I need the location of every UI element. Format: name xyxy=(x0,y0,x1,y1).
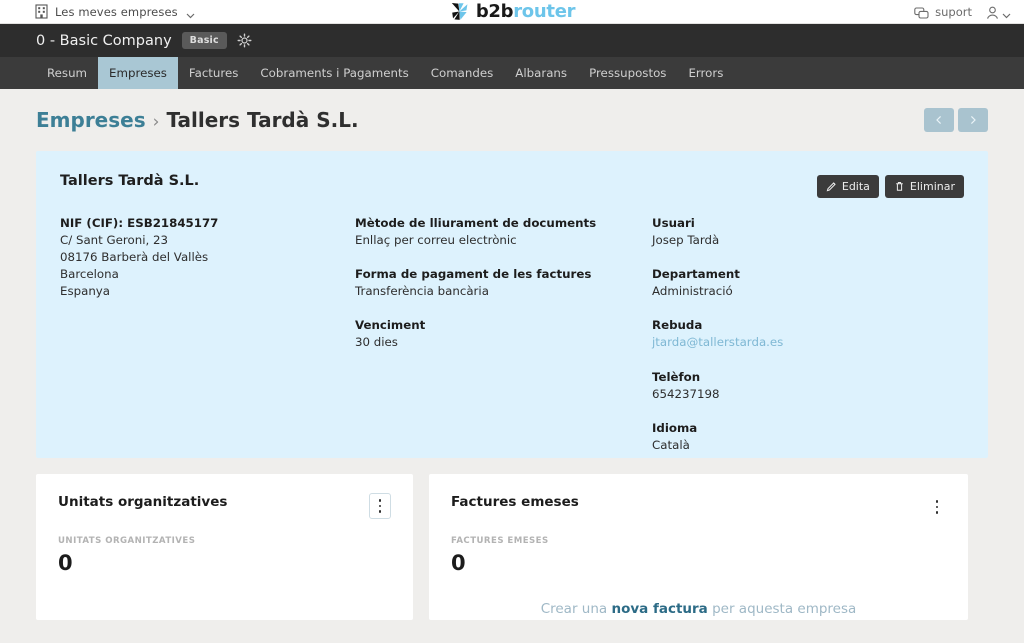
logo-text-router: router xyxy=(513,0,576,22)
edit-button[interactable]: Edita xyxy=(816,175,879,198)
field-value: Català xyxy=(652,437,690,452)
company-card-actions: Edita Eliminar xyxy=(816,175,964,198)
org-units-kebab-menu-icon[interactable] xyxy=(369,493,391,519)
field-value: Administració xyxy=(652,284,733,299)
page-title: Tallers Tardà S.L. xyxy=(166,108,359,132)
user-menu[interactable] xyxy=(986,5,1012,19)
field-label: Rebuda xyxy=(652,318,703,333)
field-department: Departament Administració xyxy=(652,266,952,300)
chevron-left-icon xyxy=(934,115,944,125)
company-context-bar: 0 - Basic Company Basic xyxy=(0,24,1024,57)
company-contact-column: Usuari Josep Tardà Departament Administr… xyxy=(652,215,952,471)
tab-resum[interactable]: Resum xyxy=(36,57,98,89)
field-language: Idioma Català xyxy=(652,420,952,454)
create-invoice-suffix: per aquesta empresa xyxy=(707,601,857,617)
create-invoice-link[interactable]: Crear una nova factura per aquesta empre… xyxy=(429,601,968,617)
tab-pressupostos[interactable]: Pressupostos xyxy=(578,57,677,89)
create-invoice-prefix: Crear una xyxy=(540,601,612,617)
company-details-columns: NIF (CIF): ESB21845177 C/ Sant Geroni, 2… xyxy=(60,215,964,471)
field-delivery-method: Mètode de lliurament de documents Enllaç… xyxy=(355,215,652,249)
page-content: Empreses › Tallers Tardà S.L. Tallers Ta… xyxy=(0,89,1024,620)
field-payment-method: Forma de pagament de les factures Transf… xyxy=(355,266,652,300)
field-value: Enllaç per correu electrònic xyxy=(355,233,517,248)
support-link[interactable]: suport xyxy=(914,5,972,19)
kebab-menu-icon xyxy=(935,500,939,514)
gear-icon[interactable] xyxy=(237,33,252,48)
org-units-card: Unitats organitzatives UNITATS ORGANITZA… xyxy=(36,474,413,620)
field-label: Usuari xyxy=(652,216,695,230)
user-avatar-icon xyxy=(986,5,999,19)
field-value: Josep Tardà xyxy=(652,233,720,248)
issued-invoices-kebab-menu-icon[interactable] xyxy=(928,496,946,518)
support-label: suport xyxy=(935,4,972,19)
tab-comandes[interactable]: Comandes xyxy=(420,57,505,89)
chevron-right-icon xyxy=(968,115,978,125)
issued-invoices-card-title: Factures emeses xyxy=(451,494,579,510)
address-line: C/ Sant Geroni, 23 xyxy=(60,233,169,248)
field-value: 30 dies xyxy=(355,335,398,350)
tab-errors[interactable]: Errors xyxy=(677,57,734,89)
nif-row: NIF (CIF): ESB21845177 xyxy=(60,215,355,232)
company-address-column: NIF (CIF): ESB21845177 C/ Sant Geroni, 2… xyxy=(60,215,355,471)
field-value: 654237198 xyxy=(652,386,720,401)
tab-cobraments-i-pagaments[interactable]: Cobraments i Pagaments xyxy=(249,57,419,89)
tab-albarans[interactable]: Albarans xyxy=(504,57,578,89)
tab-empreses[interactable]: Empreses xyxy=(98,57,178,89)
issued-invoices-stat-label: FACTURES EMESES xyxy=(451,536,549,546)
chevron-down-icon xyxy=(185,6,196,19)
delete-button-label: Eliminar xyxy=(909,180,955,193)
chat-bubbles-icon xyxy=(914,5,929,19)
field-label: Mètode de lliurament de documents xyxy=(355,216,597,230)
field-label: Telèfon xyxy=(652,369,701,384)
field-value: Transferència bancària xyxy=(355,284,489,299)
org-units-stat-value: 0 xyxy=(58,551,73,575)
building-icon xyxy=(35,4,48,19)
next-record-button[interactable] xyxy=(958,108,988,132)
company-billing-column: Mètode de lliurament de documents Enllaç… xyxy=(355,215,652,471)
reception-email-link[interactable]: jtarda@tallerstarda.es xyxy=(652,334,952,351)
company-name: 0 - Basic Company xyxy=(36,32,172,49)
address-line: Barcelona xyxy=(60,267,119,282)
prev-record-button[interactable] xyxy=(924,108,954,132)
field-due-date: Venciment 30 dies xyxy=(355,317,652,351)
breadcrumb-link-empreses[interactable]: Empreses xyxy=(36,108,146,132)
address-line: 08176 Barberà del Vallès xyxy=(60,250,209,265)
plan-badge: Basic xyxy=(181,32,227,49)
nif-label: NIF (CIF): xyxy=(60,216,124,230)
trash-icon xyxy=(894,181,905,192)
b2brouter-logo[interactable]: b2brouter xyxy=(449,1,575,22)
issued-invoices-stat-value: 0 xyxy=(451,551,466,575)
chevron-down-icon xyxy=(1001,6,1012,19)
tab-factures[interactable]: Factures xyxy=(178,57,250,89)
b2brouter-pinwheel-logo xyxy=(449,1,470,22)
logo-text-b2b: b2b xyxy=(475,0,514,22)
companies-switcher-label: Les meves empreses xyxy=(55,4,178,19)
field-label: Departament xyxy=(652,267,740,282)
field-label: Forma de pagament de les factures xyxy=(355,267,592,282)
main-nav-tabs: Resum Empreses Factures Cobraments i Pag… xyxy=(0,57,1024,89)
nif-value: ESB21845177 xyxy=(127,216,219,230)
create-invoice-emphasis: nova factura xyxy=(611,601,708,617)
field-reception-email: Rebuda jtarda@tallerstarda.es xyxy=(652,317,952,351)
org-units-stat-label: UNITATS ORGANITZATIVES xyxy=(58,536,196,546)
global-top-bar: Les meves empreses b2brouter suport xyxy=(0,0,1024,24)
companies-switcher[interactable]: Les meves empreses xyxy=(35,4,196,19)
breadcrumb-separator: › xyxy=(152,112,160,132)
field-label: Idioma xyxy=(652,420,698,435)
kebab-menu-icon xyxy=(378,499,382,513)
issued-invoices-card: Factures emeses FACTURES EMESES 0 Crear … xyxy=(429,474,968,620)
edit-button-label: Edita xyxy=(841,180,870,193)
field-label: Venciment xyxy=(355,318,426,333)
address-line: Espanya xyxy=(60,284,111,299)
field-phone: Telèfon 654237198 xyxy=(652,369,952,403)
breadcrumb-row: Empreses › Tallers Tardà S.L. xyxy=(36,89,988,151)
company-details-card: Tallers Tardà S.L. Edita Eliminar NIF (C… xyxy=(36,151,988,458)
record-pager xyxy=(924,108,988,132)
delete-button[interactable]: Eliminar xyxy=(884,175,964,198)
pencil-icon xyxy=(826,181,837,192)
summary-cards-row: Unitats organitzatives UNITATS ORGANITZA… xyxy=(36,474,988,620)
breadcrumb: Empreses › Tallers Tardà S.L. xyxy=(36,108,359,132)
org-units-card-title: Unitats organitzatives xyxy=(58,494,228,510)
field-user: Usuari Josep Tardà xyxy=(652,215,952,249)
